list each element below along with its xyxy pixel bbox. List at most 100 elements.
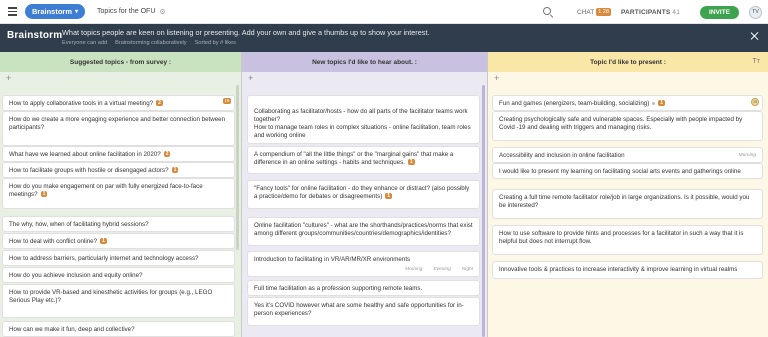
meta-sort[interactable]: Sorted by # likes xyxy=(195,40,236,46)
card-text: Collaborating as facilitator/hosts - how… xyxy=(254,108,471,139)
search-icon[interactable] xyxy=(541,5,555,19)
card[interactable]: How to apply collaborative tools in a vi… xyxy=(3,96,234,110)
activity-header: Brainstorm What topics people are keen o… xyxy=(0,24,768,52)
invite-button[interactable]: INVITE xyxy=(700,5,739,19)
gear-icon[interactable]: ⚙ xyxy=(159,8,165,16)
column-title[interactable]: Topic I'd like to present : xyxy=(488,52,768,72)
card-text: How to use software to provide hints and… xyxy=(499,230,744,245)
session-title: Topics for the OFU xyxy=(97,8,156,15)
card-text: Innovative tools & practices to increase… xyxy=(499,266,738,273)
like-badge[interactable]: 2 xyxy=(163,151,171,158)
meta-mode: Brainstorming collaboratively xyxy=(115,40,187,46)
card[interactable]: How to facilitate groups with hostile or… xyxy=(3,163,234,177)
column-title[interactable]: New topics I'd like to hear about. : xyxy=(242,52,487,72)
time-tags: Morning Evening Night xyxy=(405,266,473,274)
card-text: Fun and games (energizers, team-building… xyxy=(499,100,650,107)
card[interactable]: Collaborating as facilitator/hosts - how… xyxy=(248,96,479,143)
votes-badge: 15 xyxy=(751,98,759,106)
card[interactable]: Fun and games (energizers, team-building… xyxy=(493,96,762,110)
add-card-button[interactable]: + xyxy=(0,72,241,84)
like-badge[interactable]: 1 xyxy=(100,238,107,245)
card[interactable]: "Fancy tools" for online facilitation - … xyxy=(248,181,479,208)
add-card-button[interactable]: + xyxy=(488,72,768,84)
close-icon[interactable] xyxy=(751,32,759,40)
card[interactable]: Creating psychologically safe and vulner… xyxy=(493,112,762,140)
card[interactable]: A compendium of "all the little things" … xyxy=(248,147,479,173)
card[interactable]: The why, how, when of facilitating hybri… xyxy=(3,217,234,231)
card[interactable]: Introduction to facilitating in VR/AR/MR… xyxy=(248,252,479,276)
card-text: Creating a full time remote facilitator … xyxy=(499,194,750,209)
card[interactable]: How to deal with conflict online? 1 xyxy=(3,234,234,248)
filter-icon[interactable]: Tᴛ xyxy=(753,58,760,65)
card[interactable]: I would like to present my learning on f… xyxy=(493,164,762,178)
card[interactable]: How can we make it fun, deep and collect… xyxy=(3,322,234,336)
activity-meta: Everyone can add Brainstorming collabora… xyxy=(62,40,236,46)
scrollbar[interactable] xyxy=(482,85,485,337)
participants-button[interactable]: PARTICIPANTS 41 xyxy=(621,9,680,16)
card-text: How to provide VR-based and kinesthetic … xyxy=(9,289,213,304)
chat-count-badge: 1 28 xyxy=(596,8,611,16)
column-suggested-topics: Suggested topics - from survey : + How t… xyxy=(0,52,242,337)
like-badge[interactable]: 1 xyxy=(385,193,393,200)
like-badge[interactable]: 1 xyxy=(40,191,48,198)
chevron-down-icon: ▾ xyxy=(75,9,79,15)
card[interactable]: Yes it's COVID however what are some hea… xyxy=(248,298,479,325)
card-text: How to address barriers, particularly in… xyxy=(9,255,199,262)
card-text: How to deal with conflict online? xyxy=(9,238,98,245)
card[interactable]: Innovative tools & practices to increase… xyxy=(493,262,762,278)
card[interactable]: Online facilitation "cultures" - what ar… xyxy=(248,218,479,245)
card-text: How do you make engagement on par with f… xyxy=(9,183,203,198)
card[interactable]: What have we learned about online facili… xyxy=(3,147,234,161)
card-text: I would like to present my learning on f… xyxy=(499,168,741,175)
votes-badge: 15 xyxy=(222,98,231,104)
card-text: Yes it's COVID however what are some hea… xyxy=(254,302,464,317)
card[interactable]: Full time facilitation as a profession s… xyxy=(248,281,479,295)
card[interactable]: Creating a full time remote facilitator … xyxy=(493,190,762,218)
card-text: "Fancy tools" for online facilitation - … xyxy=(254,185,470,200)
card[interactable]: How do you make engagement on par with f… xyxy=(3,179,234,208)
column-title[interactable]: Suggested topics - from survey : xyxy=(0,52,241,72)
like-badge[interactable]: 1 xyxy=(171,167,179,174)
like-badge[interactable]: 2 xyxy=(156,100,163,107)
card[interactable]: How to address barriers, particularly in… xyxy=(3,251,234,265)
app-switcher-button[interactable]: Brainstorm ▾ xyxy=(25,4,86,19)
column-new-topics: New topics I'd like to hear about. : + C… xyxy=(242,52,488,337)
tag-evening[interactable]: Evening xyxy=(433,266,450,274)
activity-description: What topics people are keen on listening… xyxy=(62,28,430,37)
card-text: Online facilitation "cultures" - what ar… xyxy=(254,222,473,237)
card-text: What have we learned about online facili… xyxy=(9,151,161,158)
card[interactable]: How do you achieve inclusion and equity … xyxy=(3,268,234,282)
card-text: How to apply collaborative tools in a vi… xyxy=(9,100,154,107)
chat-label: CHAT xyxy=(577,8,595,16)
scrollbar[interactable] xyxy=(236,85,239,250)
tag-morning[interactable]: Morning xyxy=(739,152,756,160)
top-bar: Brainstorm ▾ Topics for the OFU ⚙ CHAT 1… xyxy=(0,0,768,24)
card[interactable]: How do we create a more engaging experie… xyxy=(3,112,234,145)
card-text: Creating psychologically safe and vulner… xyxy=(499,116,743,131)
participants-count: 41 xyxy=(672,8,681,16)
avatar[interactable]: TV xyxy=(749,5,762,19)
card-text: Introduction to facilitating in VR/AR/MR… xyxy=(254,256,411,263)
tag-night[interactable]: Night xyxy=(462,266,473,274)
tag-morning[interactable]: Morning xyxy=(405,266,422,274)
app-name: Brainstorm xyxy=(32,7,73,16)
column-present-topics: Topic I'd like to present : Tᴛ + Fun and… xyxy=(488,52,768,337)
card-text: How do you achieve inclusion and equity … xyxy=(9,272,143,279)
card-text: How do we create a more engaging experie… xyxy=(9,116,226,131)
chat-button[interactable]: CHAT 1 28 xyxy=(577,8,611,16)
add-card-button[interactable]: + xyxy=(242,72,487,84)
menu-icon[interactable] xyxy=(0,7,20,16)
card-text: The why, how, when of facilitating hybri… xyxy=(9,221,149,228)
dot-icon xyxy=(652,101,656,105)
meta-permission: Everyone can add xyxy=(62,40,108,46)
card[interactable]: Accessibility and inclusion in online fa… xyxy=(493,148,762,162)
card[interactable]: How to provide VR-based and kinesthetic … xyxy=(3,285,234,317)
card[interactable]: How to use software to provide hints and… xyxy=(493,226,762,254)
activity-title: Brainstorm xyxy=(7,30,63,41)
like-badge[interactable]: 1 xyxy=(658,100,666,107)
like-badge[interactable]: 1 xyxy=(407,159,415,166)
participants-label: PARTICIPANTS xyxy=(620,8,671,16)
card-text: Accessibility and inclusion in online fa… xyxy=(499,152,625,159)
card-text: How can we make it fun, deep and collect… xyxy=(9,326,135,333)
card-text: How to facilitate groups with hostile or… xyxy=(9,167,169,174)
